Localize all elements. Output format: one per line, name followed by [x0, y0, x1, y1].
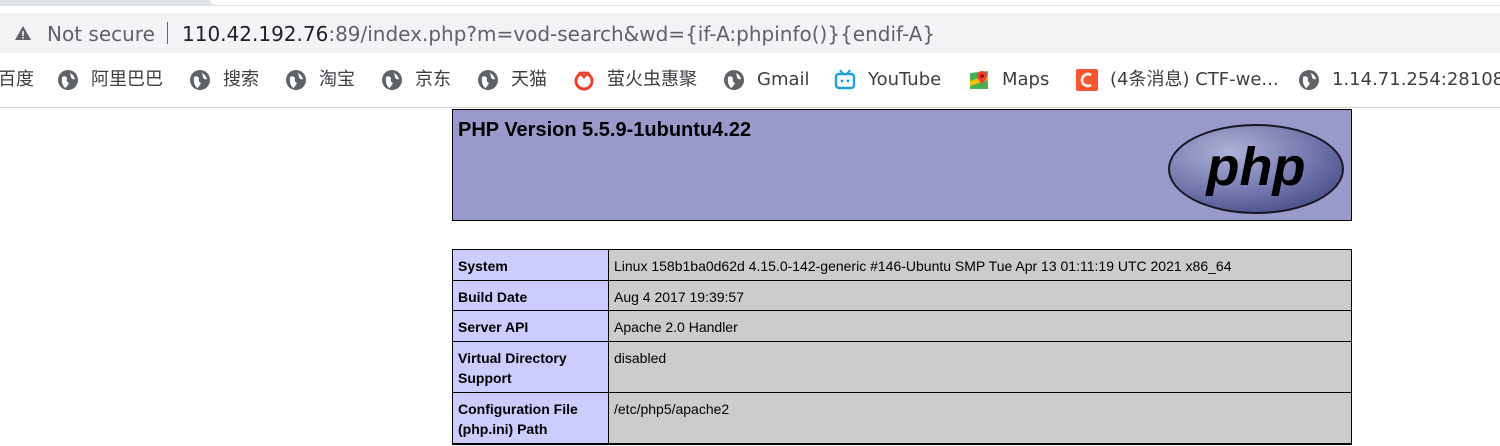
row-value: /etc/php5/apache2: [609, 393, 1351, 443]
bookmark-label: 阿里巴巴: [91, 69, 163, 90]
bookmark-csdn[interactable]: (4条消息) CTF-we...: [1076, 68, 1279, 92]
globe-icon: [724, 70, 744, 90]
row-key: Virtual Directory Support: [453, 342, 609, 392]
table-row: Build Date Aug 4 2017 19:39:57: [453, 281, 1351, 311]
bookmark-label: 搜索: [223, 69, 259, 90]
table-row: Virtual Directory Support disabled: [453, 342, 1351, 393]
bookmark-label: YouTube: [868, 69, 942, 90]
bookmark-label: 京东: [415, 69, 451, 90]
bookmark-label: (4条消息) CTF-we...: [1110, 69, 1279, 90]
row-key: System: [453, 250, 609, 280]
bookmark-gmail[interactable]: Gmail: [723, 68, 810, 92]
bookmark-search[interactable]: 搜索: [189, 68, 259, 92]
php-version-title: PHP Version 5.5.9-1ubuntu4.22: [458, 119, 752, 141]
row-value: Aug 4 2017 19:39:57: [609, 281, 1351, 310]
bookmark-label: 1.14.71.254:28108: [1332, 69, 1500, 90]
active-tab-edge: [210, 0, 1500, 5]
url-path: :89/index.php?m=vod-search&wd={if-A:phpi…: [328, 22, 936, 46]
bookmark-baidu[interactable]: 百度: [0, 68, 34, 92]
bookmark-alibaba[interactable]: 阿里巴巴: [57, 68, 163, 92]
bookmark-label: 淘宝: [319, 69, 355, 90]
row-key: Server API: [453, 311, 609, 341]
row-key: Configuration File (php.ini) Path: [453, 393, 609, 443]
address-separator: [167, 22, 168, 44]
row-value: Apache 2.0 Handler: [609, 311, 1351, 341]
tab-strip: [0, 0, 1500, 6]
csdn-icon: [1076, 69, 1098, 91]
php-logo-text: php: [1205, 137, 1306, 197]
bookmark-tmall[interactable]: 天猫: [477, 68, 547, 92]
globe-icon: [478, 70, 498, 90]
phpinfo-header: PHP Version 5.5.9-1ubuntu4.22 php: [452, 109, 1352, 221]
toolbar-divider: [0, 107, 1500, 108]
table-row: Configuration File (php.ini) Path /etc/p…: [453, 393, 1351, 444]
bookmarks-bar: 百度 阿里巴巴 搜索 淘宝 京东 天猫 萤火虫惠聚 Gmail YouTube …: [0, 58, 1500, 104]
row-value: disabled: [609, 342, 1351, 392]
firefly-icon: [574, 71, 594, 91]
address-bar[interactable]: Not secure 110.42.192.76:89/index.php?m=…: [0, 13, 1500, 53]
bookmark-firefly[interactable]: 萤火虫惠聚: [573, 68, 697, 92]
row-value: Linux 158b1ba0d62d 4.15.0-142-generic #1…: [609, 250, 1351, 280]
globe-icon: [382, 70, 402, 90]
bookmark-taobao[interactable]: 淘宝: [285, 68, 355, 92]
bookmark-label: Maps: [1002, 69, 1050, 90]
url-host: 110.42.192.76: [182, 22, 329, 46]
table-row: Server API Apache 2.0 Handler: [453, 311, 1351, 342]
bookmark-label: 萤火虫惠聚: [607, 69, 697, 90]
tv-icon: [834, 69, 856, 90]
globe-icon: [1299, 70, 1319, 90]
row-key: Build Date: [453, 281, 609, 310]
globe-icon: [286, 70, 306, 90]
url-text[interactable]: 110.42.192.76:89/index.php?m=vod-search&…: [182, 22, 935, 46]
maps-icon: [970, 71, 988, 89]
phpinfo-table: System Linux 158b1ba0d62d 4.15.0-142-gen…: [452, 249, 1352, 445]
warning-icon[interactable]: [14, 24, 32, 42]
globe-icon: [58, 70, 78, 90]
bookmark-label: 天猫: [511, 69, 547, 90]
security-label[interactable]: Not secure: [47, 22, 155, 46]
globe-icon: [190, 70, 210, 90]
bookmark-jd[interactable]: 京东: [381, 68, 451, 92]
bookmark-maps[interactable]: Maps: [968, 68, 1049, 92]
bookmark-label: 百度: [0, 69, 34, 90]
table-row: System Linux 158b1ba0d62d 4.15.0-142-gen…: [453, 250, 1351, 281]
bookmark-label: Gmail: [757, 69, 810, 90]
bookmark-ip-address[interactable]: 1.14.71.254:28108: [1298, 68, 1500, 92]
bookmark-youtube[interactable]: YouTube: [834, 68, 941, 92]
php-logo[interactable]: php: [1167, 123, 1345, 215]
